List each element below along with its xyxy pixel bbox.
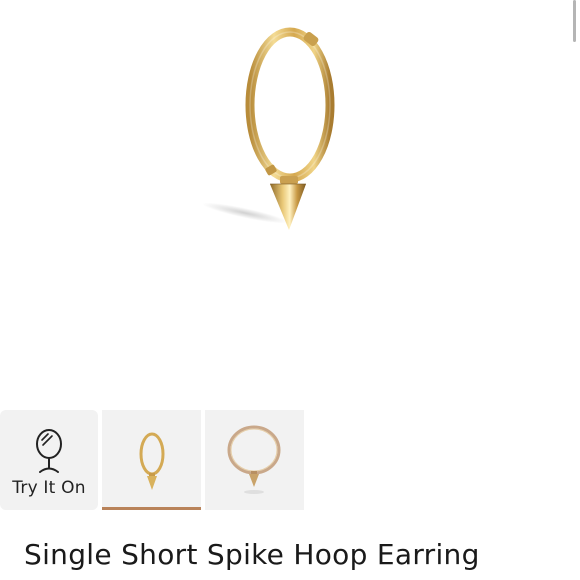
thumbnail-front-view[interactable] [102,410,201,510]
hoop-side-thumbnail-image [227,425,281,494]
try-it-on-button[interactable]: Try It On [0,410,98,510]
hoop-thumbnail-image [139,432,165,490]
mirror-icon [36,429,62,473]
try-it-on-label: Try It On [12,478,86,498]
hoop-earring-image [201,27,335,230]
thumbnail-strip: Try It On [0,410,304,512]
product-title: Single Short Spike Hoop Earring [24,538,480,571]
product-page: Try It On Single Short Spike Hoop Earrin… [0,0,580,580]
product-main-image[interactable] [0,0,580,405]
thumbnail-side-view[interactable] [205,410,304,510]
